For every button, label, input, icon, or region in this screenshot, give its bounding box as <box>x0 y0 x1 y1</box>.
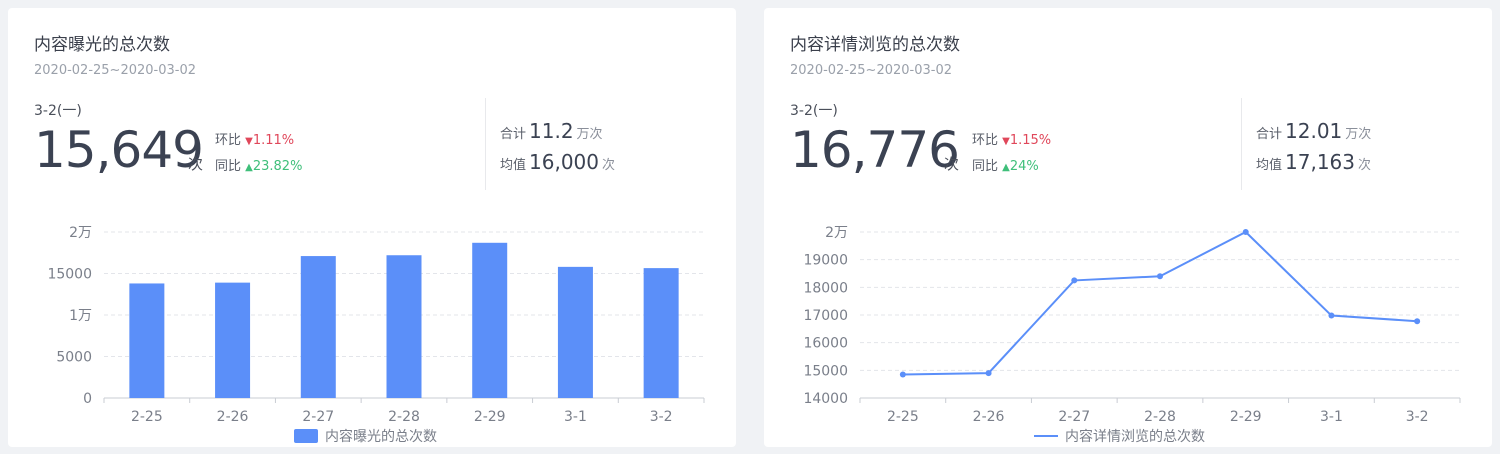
data-point <box>1328 312 1335 319</box>
total-stat: 合计 12.01 万次 <box>1256 119 1371 143</box>
detail-view-line-chart: 14000 15000 16000 17000 18000 19000 2万 2-25 2-26… <box>803 225 1461 445</box>
total-stat: 合计 11.2 万次 <box>500 119 603 143</box>
big-value-unit: 次 <box>944 155 960 173</box>
x-tick-label: 2-25 <box>887 409 919 425</box>
data-point <box>985 370 992 377</box>
y-tick-label: 15000 <box>803 363 848 379</box>
data-point <box>1071 277 1078 284</box>
date-range: 2020-02-25~2020-03-02 <box>790 63 952 78</box>
bar <box>557 266 593 398</box>
series-line <box>902 230 1418 376</box>
avg-stat: 均值 16,000 次 <box>500 150 615 174</box>
legend-label: 内容详情浏览的总次数 <box>1065 428 1205 445</box>
yoy-value: 24% <box>1009 159 1039 174</box>
yoy-value: 23.82% <box>252 159 303 174</box>
x-tick-label: 2-27 <box>1058 409 1090 425</box>
bar <box>129 283 165 398</box>
big-value: 15,649 <box>34 121 204 179</box>
exposure-bar-chart: 0 5000 1万 15000 2万 2-25 2-26 2-27 2-28 2-29 3-1 3-2… <box>47 225 705 445</box>
avg-stat: 均值 17,163 次 <box>1256 150 1371 174</box>
total-value: 12.01 <box>1285 119 1343 143</box>
arrow-down-icon: ▼ <box>1002 136 1010 147</box>
x-tick-label: 2-28 <box>1144 409 1176 425</box>
y-tick-label: 15000 <box>47 267 92 283</box>
total-value: 11.2 <box>529 119 574 143</box>
yoy-comparison: 同比 ▲24% <box>972 155 1039 174</box>
yoy-label: 同比 <box>215 159 242 174</box>
x-tick-label: 2-28 <box>388 409 420 425</box>
y-tick-label: 5000 <box>56 350 92 366</box>
x-tick-label: 3-1 <box>1320 409 1343 425</box>
mom-comparison: 环比 ▼1.11% <box>215 129 294 148</box>
y-tick-label: 14000 <box>803 391 848 407</box>
bar <box>386 255 422 398</box>
total-label: 合计 <box>1256 127 1283 142</box>
y-tick-label: 2万 <box>69 225 92 241</box>
arrow-up-icon: ▲ <box>1002 162 1010 173</box>
arrow-down-icon: ▼ <box>245 136 253 147</box>
day-label: 3-2(一) <box>790 103 838 119</box>
mom-label: 环比 <box>972 133 999 148</box>
data-point <box>1414 318 1421 325</box>
y-tick-label: 1万 <box>69 308 92 324</box>
yoy-label: 同比 <box>972 159 999 174</box>
legend-label: 内容曝光的总次数 <box>325 428 437 445</box>
x-tick-label: 2-26 <box>973 409 1005 425</box>
avg-value: 16,000 <box>529 150 599 174</box>
y-tick-label: 19000 <box>803 253 848 269</box>
total-label: 合计 <box>500 127 527 142</box>
mom-value: 1.11% <box>252 133 295 148</box>
exposure-card: 内容曝光的总次数 2020-02-25~2020-03-02 3-2(一) 15… <box>8 8 736 447</box>
x-tick-label: 3-1 <box>564 409 587 425</box>
data-point <box>1242 229 1249 235</box>
detail-view-card: 内容详情浏览的总次数 2020-02-25~2020-03-02 3-2(一) … <box>764 8 1492 447</box>
y-tick-label: 0 <box>83 391 92 407</box>
bar <box>215 282 251 398</box>
mom-label: 环比 <box>215 133 242 148</box>
mom-comparison: 环比 ▼1.15% <box>972 129 1051 148</box>
big-value-unit: 次 <box>188 155 204 173</box>
x-tick-label: 3-2 <box>1406 409 1429 425</box>
mom-value: 1.15% <box>1009 133 1052 148</box>
avg-label: 均值 <box>1256 158 1283 173</box>
x-tick-label: 2-29 <box>474 409 506 425</box>
divider <box>485 98 486 190</box>
yoy-comparison: 同比 ▲23.82% <box>215 155 302 174</box>
divider <box>1241 98 1242 190</box>
data-point <box>1157 273 1163 280</box>
avg-unit: 次 <box>602 158 616 173</box>
avg-value: 17,163 <box>1285 150 1355 174</box>
card-title: 内容曝光的总次数 <box>34 35 170 55</box>
y-tick-label: 16000 <box>803 336 848 352</box>
date-range: 2020-02-25~2020-03-02 <box>34 63 196 78</box>
avg-label: 均值 <box>500 158 527 173</box>
x-tick-label: 2-26 <box>217 409 249 425</box>
x-tick-label: 2-29 <box>1230 409 1262 425</box>
x-tick-label: 2-27 <box>302 409 334 425</box>
total-unit: 万次 <box>1345 127 1372 142</box>
total-unit: 万次 <box>576 127 603 142</box>
avg-unit: 次 <box>1358 158 1372 173</box>
x-tick-label: 2-25 <box>131 409 163 425</box>
x-tick-label: 3-2 <box>650 409 673 425</box>
data-point <box>899 371 906 378</box>
y-tick-label: 17000 <box>803 308 848 324</box>
day-label: 3-2(一) <box>34 103 82 119</box>
y-tick-label: 2万 <box>825 225 848 241</box>
bar <box>472 242 508 398</box>
legend-swatch <box>294 429 318 443</box>
big-value: 16,776 <box>790 121 960 179</box>
card-title: 内容详情浏览的总次数 <box>790 35 960 55</box>
bar <box>300 256 336 398</box>
arrow-up-icon: ▲ <box>245 162 253 173</box>
y-tick-label: 18000 <box>803 280 848 296</box>
bar <box>643 268 679 398</box>
